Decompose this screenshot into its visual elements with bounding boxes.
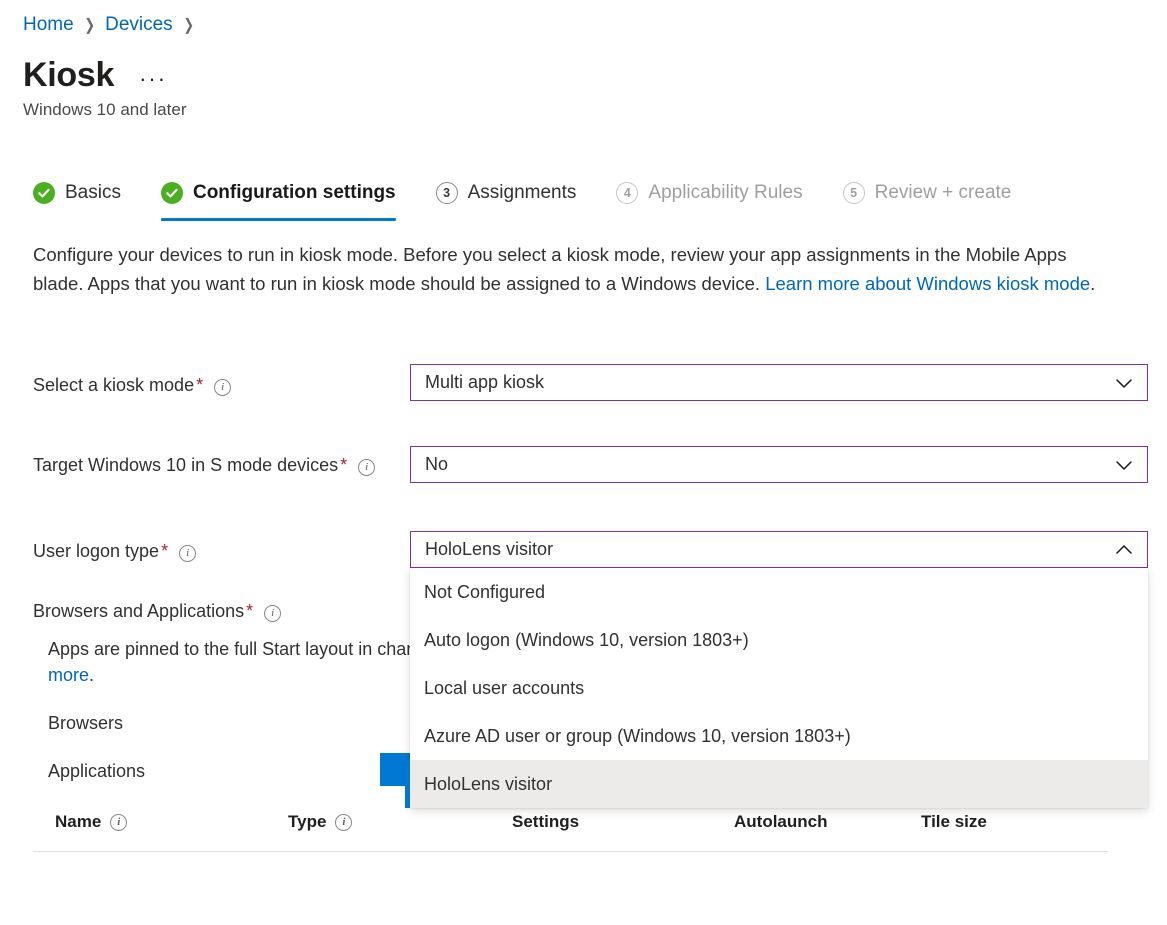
info-icon[interactable]: i bbox=[358, 459, 375, 476]
tab-review-create[interactable]: 5 Review + create bbox=[843, 176, 1020, 210]
dropdown-option-label: HoloLens visitor bbox=[424, 774, 552, 795]
page-description: Configure your devices to run in kiosk m… bbox=[33, 240, 1108, 298]
help-text-part1: Apps are pinned to the full Start layout… bbox=[48, 639, 377, 659]
page-title: Kiosk bbox=[23, 55, 114, 95]
tab-label: Applicability Rules bbox=[648, 182, 802, 204]
browsers-row-label: Browsers bbox=[48, 713, 123, 734]
step-number-icon: 4 bbox=[616, 182, 638, 204]
page-subtitle: Windows 10 and later bbox=[23, 100, 186, 120]
column-header-tile-size[interactable]: Tile size bbox=[921, 812, 987, 832]
applications-row-label: Applications bbox=[48, 761, 145, 782]
breadcrumb-item-home[interactable]: Home bbox=[23, 14, 74, 36]
info-icon[interactable]: i bbox=[179, 545, 196, 562]
dropdown-option-not-configured[interactable]: Not Configured bbox=[410, 568, 1148, 616]
dropdown-option-auto-logon[interactable]: Auto logon (Windows 10, version 1803+) bbox=[410, 616, 1148, 664]
info-icon[interactable]: i bbox=[214, 379, 231, 396]
tab-active-underline bbox=[161, 218, 396, 221]
user-logon-type-value: HoloLens visitor bbox=[425, 539, 1113, 560]
column-header-type[interactable]: Typei bbox=[288, 812, 352, 832]
column-header-settings[interactable]: Settings bbox=[512, 812, 579, 832]
tab-assignments[interactable]: 3 Assignments bbox=[436, 176, 585, 210]
check-circle-icon bbox=[33, 182, 55, 204]
check-circle-icon bbox=[161, 182, 183, 204]
kiosk-configuration-page: Home ❯ Devices ❯ Kiosk ··· Windows 10 an… bbox=[0, 0, 1167, 925]
dropdown-option-azure-ad-user-or-group[interactable]: Azure AD user or group (Windows 10, vers… bbox=[410, 712, 1148, 760]
tab-applicability-rules[interactable]: 4 Applicability Rules bbox=[616, 176, 810, 210]
chevron-right-icon: ❯ bbox=[84, 15, 95, 35]
required-asterisk: * bbox=[244, 601, 255, 621]
column-header-tile-size-label: Tile size bbox=[921, 812, 987, 832]
s-mode-label: Target Windows 10 in S mode devices* i bbox=[33, 452, 393, 478]
kiosk-mode-dropdown[interactable]: Multi app kiosk bbox=[410, 364, 1148, 401]
chevron-down-icon bbox=[1113, 372, 1135, 394]
browsers-applications-label-text: Browsers and Applications bbox=[33, 601, 244, 621]
s-mode-value: No bbox=[425, 454, 1113, 475]
dropdown-option-local-user-accounts[interactable]: Local user accounts bbox=[410, 664, 1148, 712]
dropdown-option-label: Azure AD user or group (Windows 10, vers… bbox=[424, 726, 851, 747]
chevron-up-icon bbox=[1113, 539, 1135, 561]
info-icon[interactable]: i bbox=[264, 605, 281, 622]
dropdown-option-label: Not Configured bbox=[424, 582, 545, 603]
user-logon-type-dropdown[interactable]: HoloLens visitor bbox=[410, 531, 1148, 568]
step-number-icon: 3 bbox=[436, 182, 458, 204]
column-header-settings-label: Settings bbox=[512, 812, 579, 832]
column-header-name[interactable]: Namei bbox=[55, 812, 127, 832]
apps-table-header: Namei Typei Settings Autolaunch Tile siz… bbox=[33, 812, 1108, 852]
s-mode-label-text: Target Windows 10 in S mode devices bbox=[33, 455, 338, 475]
info-icon[interactable]: i bbox=[335, 814, 352, 831]
description-text-end: . bbox=[1090, 273, 1095, 294]
dropdown-option-label: Auto logon (Windows 10, version 1803+) bbox=[424, 630, 749, 651]
wizard-tabs: Basics Configuration settings 3 Assignme… bbox=[33, 176, 1019, 220]
tab-configuration-settings[interactable]: Configuration settings bbox=[161, 176, 404, 210]
column-header-autolaunch-label: Autolaunch bbox=[734, 812, 828, 832]
tab-label: Basics bbox=[65, 182, 121, 204]
tab-label: Review + create bbox=[875, 182, 1012, 204]
column-header-type-label: Type bbox=[288, 812, 326, 832]
dropdown-option-label: Local user accounts bbox=[424, 678, 584, 699]
browsers-applications-label: Browsers and Applications* i bbox=[33, 598, 281, 624]
required-asterisk: * bbox=[159, 541, 170, 561]
kiosk-mode-label: Select a kiosk mode* i bbox=[33, 372, 231, 398]
chevron-right-icon: ❯ bbox=[183, 15, 194, 35]
help-text-part3: . bbox=[89, 665, 94, 685]
step-number-icon: 5 bbox=[843, 182, 865, 204]
user-logon-type-label-text: User logon type bbox=[33, 541, 159, 561]
s-mode-dropdown[interactable]: No bbox=[410, 446, 1148, 483]
required-asterisk: * bbox=[338, 455, 349, 475]
required-asterisk: * bbox=[194, 375, 205, 395]
tab-basics[interactable]: Basics bbox=[33, 176, 129, 210]
breadcrumb: Home ❯ Devices ❯ bbox=[23, 14, 195, 36]
tab-label: Assignments bbox=[468, 182, 577, 204]
kiosk-mode-learn-more-link[interactable]: Learn more about Windows kiosk mode bbox=[765, 273, 1090, 294]
dropdown-option-hololens-visitor[interactable]: HoloLens visitor bbox=[410, 760, 1148, 808]
user-logon-type-options-panel: Not Configured Auto logon (Windows 10, v… bbox=[410, 568, 1148, 808]
title-row: Kiosk ··· bbox=[23, 55, 170, 95]
column-header-autolaunch[interactable]: Autolaunch bbox=[734, 812, 828, 832]
info-icon[interactable]: i bbox=[110, 814, 127, 831]
more-options-icon[interactable]: ··· bbox=[136, 66, 170, 92]
chevron-down-icon bbox=[1113, 454, 1135, 476]
tab-label: Configuration settings bbox=[193, 182, 396, 204]
kiosk-mode-label-text: Select a kiosk mode bbox=[33, 375, 194, 395]
user-logon-type-label: User logon type* i bbox=[33, 538, 196, 564]
kiosk-mode-value: Multi app kiosk bbox=[425, 372, 1113, 393]
column-header-name-label: Name bbox=[55, 812, 101, 832]
breadcrumb-item-devices[interactable]: Devices bbox=[105, 14, 173, 36]
